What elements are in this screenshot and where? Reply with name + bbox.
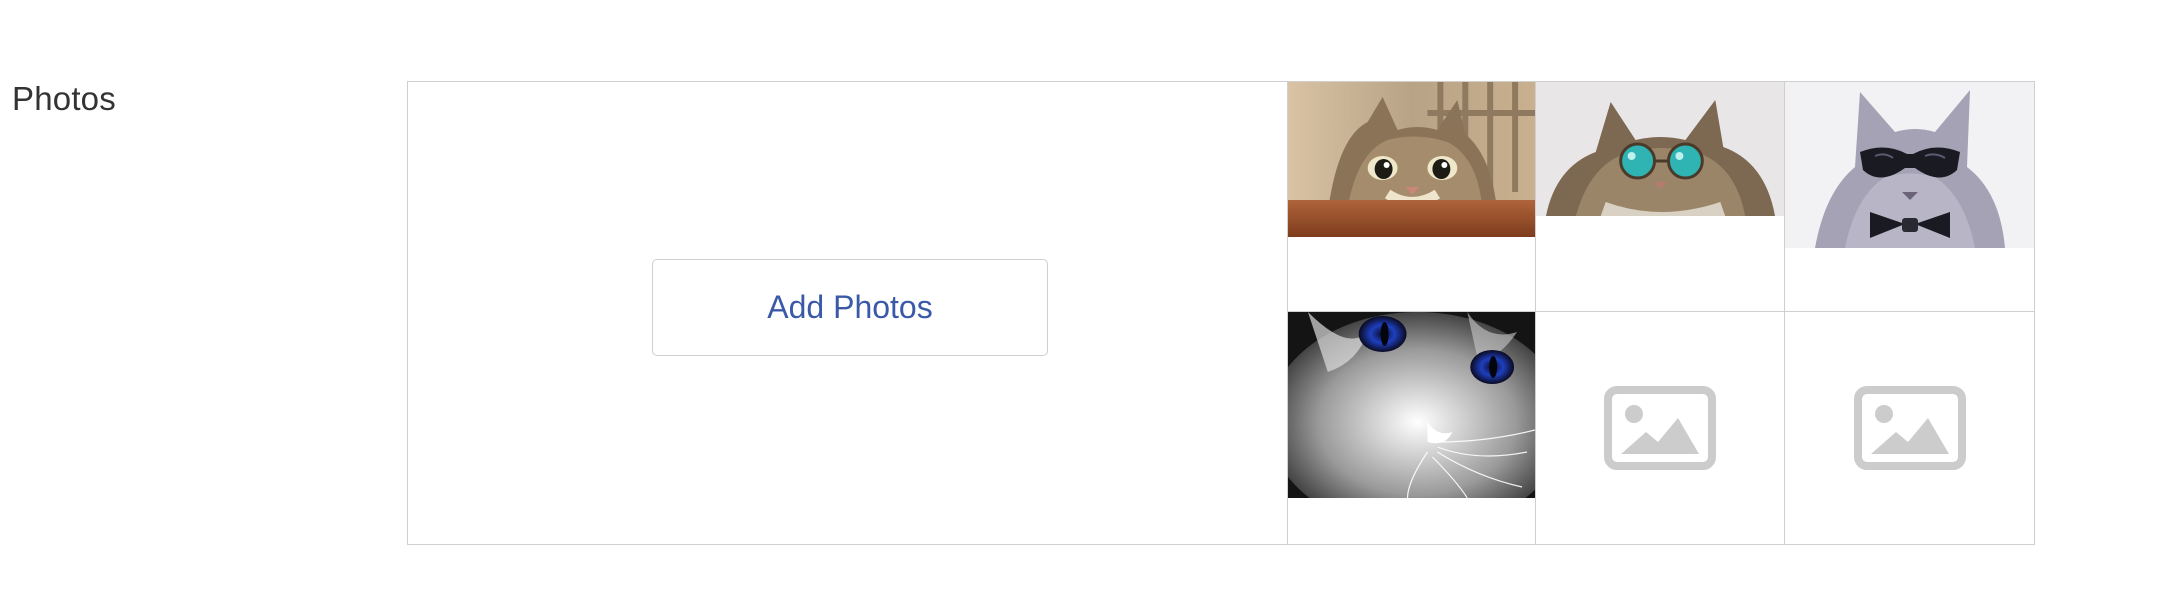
cat-peeking-over-table-photo	[1288, 82, 1535, 237]
glowing-blue-eyed-cat-photo	[1288, 312, 1535, 498]
image-placeholder-icon	[1604, 386, 1716, 470]
photo-cell[interactable]	[1536, 82, 1785, 312]
add-photos-button[interactable]: Add Photos	[652, 259, 1048, 356]
photo-grid	[1288, 82, 2034, 544]
photo-cell[interactable]	[1785, 82, 2034, 312]
photo-cell[interactable]	[1288, 82, 1536, 312]
empty-photo-slot[interactable]	[1785, 312, 2034, 544]
photo-cell[interactable]	[1288, 312, 1536, 544]
image-placeholder-icon	[1853, 386, 1966, 470]
cat-with-teal-glasses-photo	[1536, 82, 1784, 216]
empty-photo-slot[interactable]	[1536, 312, 1785, 544]
section-label-photos: Photos	[12, 80, 116, 117]
add-photos-area: Add Photos	[408, 82, 1288, 544]
grey-cat-sunglasses-bowtie-photo	[1785, 82, 2034, 248]
photos-panel: Add Photos	[407, 81, 2035, 545]
